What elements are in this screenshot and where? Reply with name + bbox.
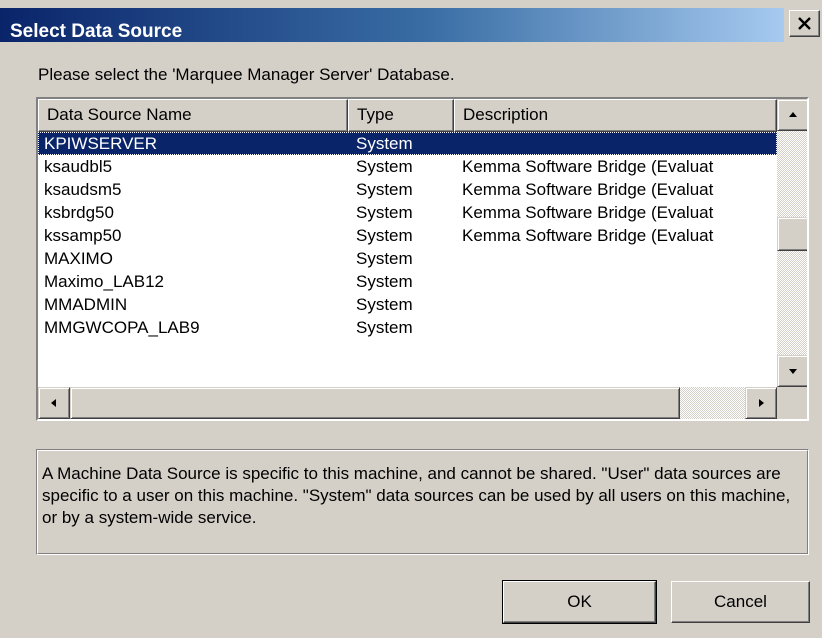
title-bar-gradient[interactable]: Select Data Source — [0, 8, 784, 42]
row-description: Kemma Software Bridge (Evaluat — [462, 180, 714, 199]
row-type: System — [356, 134, 413, 153]
scroll-right-button[interactable] — [745, 387, 777, 419]
arrow-right-icon — [759, 399, 764, 407]
list-rows: KPIWSERVER System ksaudbl5 System Kemma Soft… — [38, 132, 777, 339]
close-icon — [798, 17, 811, 30]
arrow-up-icon — [789, 112, 797, 117]
list-header: Data Source Name Type Description — [38, 99, 777, 132]
list-row[interactable]: ksaudsm5 System Kemma Software Bridge (Eva… — [38, 178, 777, 201]
list-row[interactable]: ksbrdg50 System Kemma Software Bridge (Eva… — [38, 201, 777, 224]
row-type: System — [356, 203, 413, 222]
scroll-left-button[interactable] — [38, 387, 70, 419]
close-button[interactable] — [789, 10, 820, 37]
row-type: System — [356, 249, 413, 268]
row-name: MMGWCOPA_LAB9 — [44, 318, 200, 337]
row-name: Maximo_LAB12 — [44, 272, 165, 291]
list-viewport: Data Source Name Type Description KPIWSE… — [38, 99, 777, 387]
horizontal-scroll-thumb[interactable] — [70, 387, 680, 419]
row-type: System — [356, 295, 413, 314]
column-header-name[interactable]: Data Source Name — [38, 99, 348, 132]
prompt-text: Please select the 'Marquee Manager Serve… — [38, 65, 455, 84]
row-type: System — [356, 180, 413, 199]
row-name: MMADMIN — [44, 295, 128, 314]
list-row[interactable]: kssamp50 System Kemma Software Bridge (Eva… — [38, 224, 777, 247]
info-panel-inner: A Machine Data Source is specific to thi… — [37, 450, 808, 554]
row-type: System — [356, 272, 413, 291]
list-row[interactable]: Maximo_LAB12 System — [38, 270, 777, 293]
title-bar: Select Data Source — [0, 0, 822, 42]
data-source-list[interactable]: Data Source Name Type Description KPIWSE… — [36, 97, 809, 421]
row-description: Kemma Software Bridge (Evaluat — [462, 226, 714, 245]
list-row[interactable]: MMGWCOPA_LAB9 System — [38, 316, 777, 339]
list-row[interactable]: ksaudbl5 System Kemma Software Bridge (Eva… — [38, 155, 777, 178]
row-name: kssamp50 — [44, 226, 122, 245]
row-name: MAXIMO — [44, 249, 113, 268]
row-name: ksaudbl5 — [44, 157, 113, 176]
vertical-scroll-thumb[interactable] — [777, 216, 807, 251]
row-name: KPIWSERVER — [44, 134, 158, 153]
list-row[interactable]: MMADMIN System — [38, 293, 777, 316]
horizontal-scrollbar[interactable] — [38, 387, 777, 419]
scroll-down-button[interactable] — [777, 355, 807, 387]
scrollbar-corner — [777, 387, 807, 419]
list-row[interactable]: MAXIMO System — [38, 247, 777, 270]
cancel-button[interactable]: Cancel — [671, 581, 810, 623]
row-description: Kemma Software Bridge (Evaluat — [462, 203, 714, 222]
row-name: ksbrdg50 — [44, 203, 114, 222]
column-header-type[interactable]: Type — [348, 99, 454, 132]
vertical-scrollbar[interactable] — [777, 99, 807, 387]
row-name: ksaudsm5 — [44, 180, 122, 199]
scroll-up-button[interactable] — [777, 99, 807, 131]
info-panel: A Machine Data Source is specific to thi… — [36, 449, 809, 555]
ok-button[interactable]: OK — [502, 580, 657, 624]
window-title: Select Data Source — [10, 21, 183, 42]
row-type: System — [356, 226, 413, 245]
arrow-left-icon — [51, 399, 56, 407]
row-type: System — [356, 318, 413, 337]
list-row[interactable]: KPIWSERVER System — [38, 132, 777, 155]
arrow-down-icon — [789, 369, 797, 374]
column-header-description[interactable]: Description — [454, 99, 777, 132]
row-description: Kemma Software Bridge (Evaluat — [462, 157, 714, 176]
info-text: A Machine Data Source is specific to thi… — [42, 464, 791, 527]
row-type: System — [356, 157, 413, 176]
